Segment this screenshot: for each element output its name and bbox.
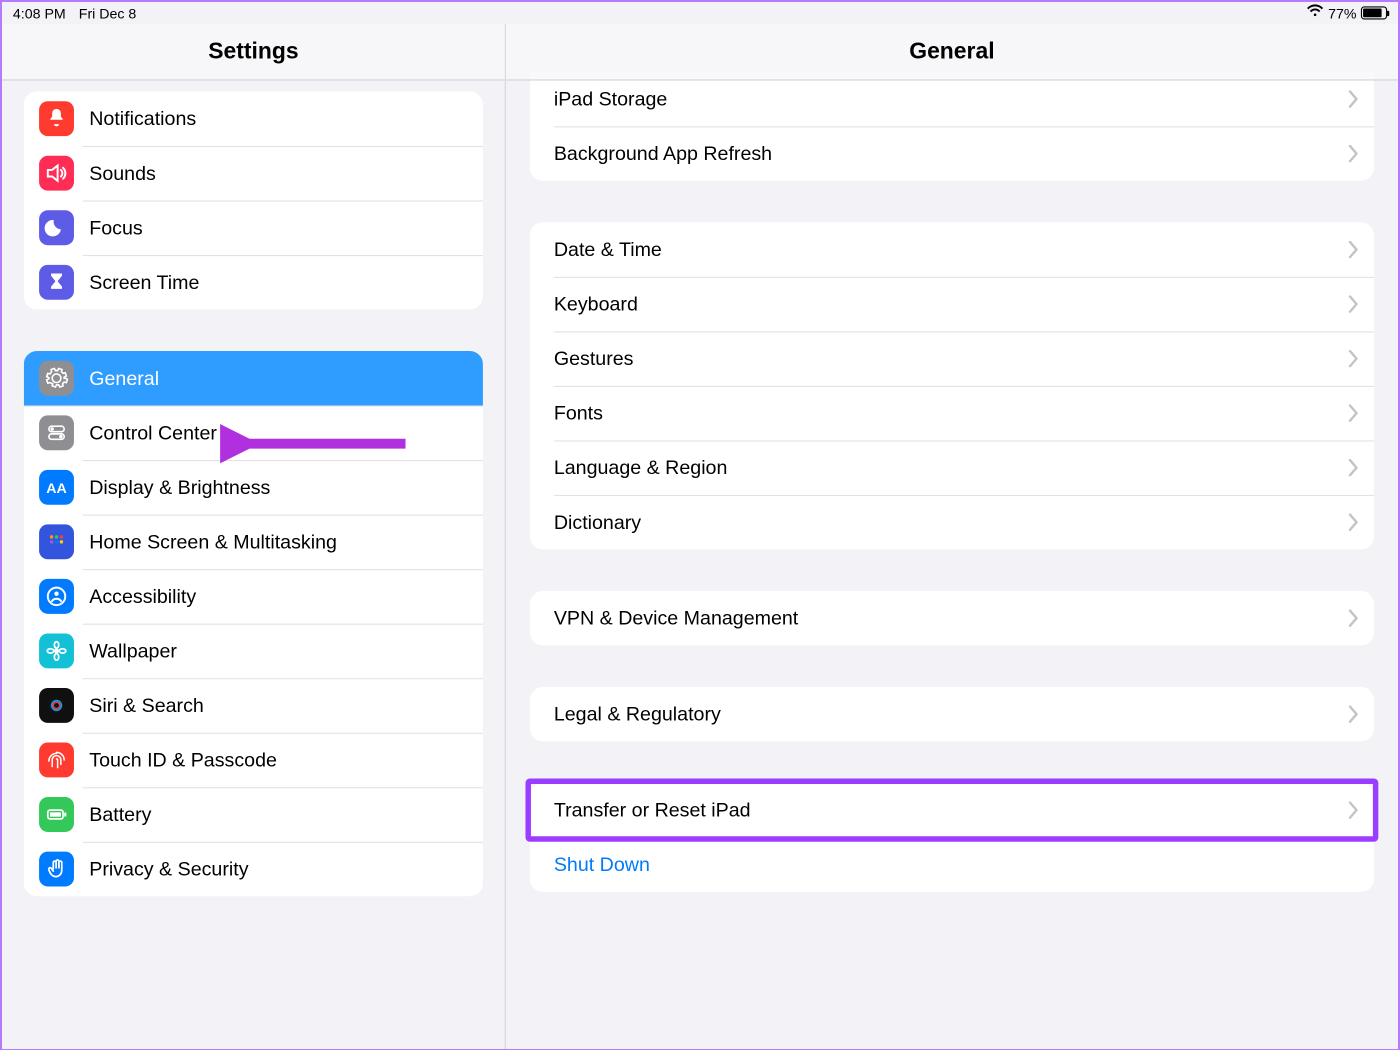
sidebar-item-general[interactable]: General <box>24 351 483 406</box>
sidebar-item-homescreen[interactable]: Home Screen & Multitasking <box>24 515 483 570</box>
detail-row-label: Gestures <box>554 347 1348 370</box>
sidebar-item-label: Touch ID & Passcode <box>89 749 277 772</box>
detail-row-dictionary[interactable]: Dictionary <box>530 495 1374 550</box>
detail-row-label: Keyboard <box>554 293 1348 316</box>
aa-icon: AA <box>39 470 74 505</box>
flower-icon <box>39 633 74 668</box>
hourglass-icon <box>39 265 74 300</box>
hand-icon <box>39 852 74 887</box>
chevron-right-icon <box>1348 459 1359 476</box>
bell-icon <box>39 101 74 136</box>
detail-row-storage[interactable]: iPad Storage <box>530 72 1374 127</box>
sidebar-item-focus[interactable]: Focus <box>24 200 483 255</box>
svg-text:AA: AA <box>46 481 66 497</box>
chevron-right-icon <box>1348 705 1359 722</box>
sidebar-item-privacy[interactable]: Privacy & Security <box>24 842 483 897</box>
detail-row-fonts[interactable]: Fonts <box>530 386 1374 441</box>
sidebar-title: Settings <box>2 24 505 81</box>
chevron-right-icon <box>1348 295 1359 312</box>
detail-row-label: Legal & Regulatory <box>554 703 1348 726</box>
siri-icon <box>39 688 74 723</box>
detail-row-datetime[interactable]: Date & Time <box>530 222 1374 277</box>
sidebar-item-label: Focus <box>89 216 142 239</box>
status-time: 4:08 PM <box>13 5 66 21</box>
battery-icon <box>1361 6 1387 19</box>
sidebar-item-label: Wallpaper <box>89 639 177 662</box>
status-date: Fri Dec 8 <box>79 5 137 21</box>
sidebar-item-label: Battery <box>89 803 151 826</box>
chevron-right-icon <box>1348 90 1359 107</box>
finger-icon <box>39 743 74 778</box>
detail-row-label: Language & Region <box>554 456 1348 479</box>
sidebar-item-sounds[interactable]: Sounds <box>24 146 483 201</box>
sidebar-item-notifications[interactable]: Notifications <box>24 91 483 146</box>
detail-pane: General iPad StorageBackground App Refre… <box>506 24 1398 1049</box>
chevron-right-icon <box>1348 404 1359 421</box>
sidebar-item-wallpaper[interactable]: Wallpaper <box>24 624 483 679</box>
chevron-right-icon <box>1348 609 1359 626</box>
chevron-right-icon <box>1348 801 1359 818</box>
speaker-icon <box>39 156 74 191</box>
detail-row-transfer[interactable]: Transfer or Reset iPad <box>530 783 1374 838</box>
sidebar-item-battery[interactable]: Battery <box>24 787 483 842</box>
sidebar-item-label: Privacy & Security <box>89 858 248 881</box>
status-bar: 4:08 PM Fri Dec 8 77% <box>2 2 1398 24</box>
sidebar: Settings Notifications Sounds Focus Screen … <box>2 24 506 1049</box>
sidebar-item-display[interactable]: AA Display & Brightness <box>24 460 483 515</box>
detail-row-label: VPN & Device Management <box>554 607 1348 630</box>
battery-percent: 77% <box>1328 5 1356 21</box>
sidebar-item-touchid[interactable]: Touch ID & Passcode <box>24 733 483 788</box>
sidebar-item-label: Home Screen & Multitasking <box>89 530 337 553</box>
sidebar-item-label: Siri & Search <box>89 694 204 717</box>
switches-icon <box>39 415 74 450</box>
detail-row-shutdown[interactable]: Shut Down <box>530 837 1374 892</box>
detail-row-label: Transfer or Reset iPad <box>554 799 1348 822</box>
chevron-right-icon <box>1348 350 1359 367</box>
sidebar-item-siri[interactable]: Siri & Search <box>24 678 483 733</box>
moon-icon <box>39 210 74 245</box>
sidebar-item-label: Control Center <box>89 421 217 444</box>
battery-icon <box>39 797 74 832</box>
detail-row-label: Background App Refresh <box>554 142 1348 165</box>
detail-row-langregion[interactable]: Language & Region <box>530 440 1374 495</box>
sidebar-item-accessibility[interactable]: Accessibility <box>24 569 483 624</box>
person-icon <box>39 579 74 614</box>
detail-row-label: Fonts <box>554 402 1348 425</box>
sidebar-item-label: Sounds <box>89 162 156 185</box>
detail-row-label: Date & Time <box>554 238 1348 261</box>
detail-row-gestures[interactable]: Gestures <box>530 331 1374 386</box>
chevron-right-icon <box>1348 513 1359 530</box>
detail-row-bgrefresh[interactable]: Background App Refresh <box>530 126 1374 181</box>
detail-row-keyboard[interactable]: Keyboard <box>530 277 1374 332</box>
detail-row-label: Shut Down <box>554 853 1348 876</box>
sidebar-item-label: Display & Brightness <box>89 476 270 499</box>
gear-icon <box>39 361 74 396</box>
chevron-right-icon <box>1348 241 1359 258</box>
wifi-icon <box>1306 4 1323 21</box>
sidebar-item-label: General <box>89 367 159 390</box>
detail-row-vpn[interactable]: VPN & Device Management <box>530 591 1374 646</box>
detail-row-legal[interactable]: Legal & Regulatory <box>530 687 1374 742</box>
sidebar-item-controlcenter[interactable]: Control Center <box>24 406 483 461</box>
sidebar-item-screentime[interactable]: Screen Time <box>24 255 483 310</box>
sidebar-item-label: Screen Time <box>89 271 199 294</box>
grid-icon <box>39 524 74 559</box>
detail-row-label: Dictionary <box>554 511 1348 534</box>
sidebar-item-label: Notifications <box>89 107 196 130</box>
sidebar-item-label: Accessibility <box>89 585 196 608</box>
chevron-right-icon <box>1348 145 1359 162</box>
detail-row-label: iPad Storage <box>554 88 1348 111</box>
